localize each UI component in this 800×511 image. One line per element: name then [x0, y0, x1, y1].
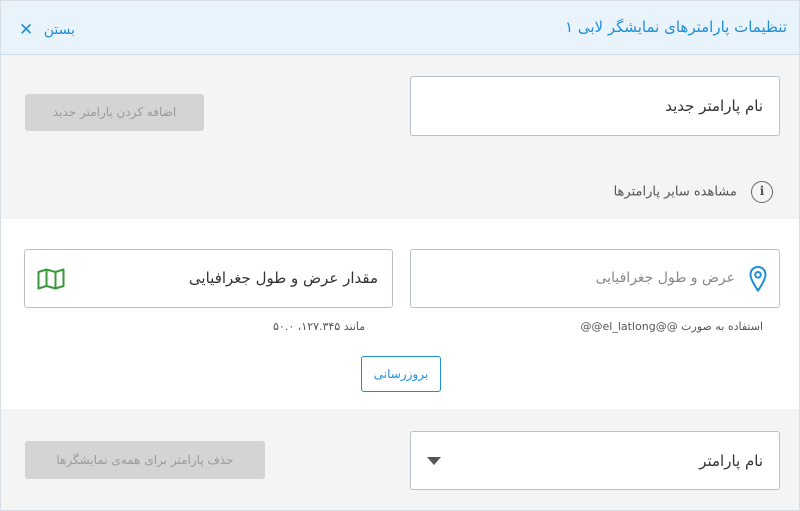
- new-parameter-name-input[interactable]: نام پارامتر جدید: [410, 76, 780, 136]
- close-label[interactable]: بستن: [44, 22, 75, 38]
- parameter-name-select[interactable]: نام پارامتر: [410, 431, 780, 490]
- refresh-button[interactable]: بروزرسانی: [361, 356, 441, 392]
- close-icon[interactable]: ✕: [19, 20, 33, 40]
- dialog-title: تنظیمات پارامترهای نمایشگر لابی ۱: [564, 18, 787, 36]
- close-button[interactable]: ✕ بستن: [19, 19, 75, 40]
- latlng-input[interactable]: عرض و طول جغرافیایی: [410, 249, 780, 308]
- latlng-value-field[interactable]: مقدار عرض و طول جغرافیایی: [24, 249, 393, 308]
- info-icon[interactable]: i: [751, 181, 773, 203]
- latlng-placeholder: عرض و طول جغرافیایی: [595, 270, 735, 286]
- latlng-example-hint: مانند ۱۲۷.۳۴۵، ۵۰.۰: [273, 320, 366, 333]
- parameter-name-select-value: نام پارامتر: [699, 452, 763, 470]
- location-pin-icon: [749, 265, 767, 296]
- delete-parameter-button[interactable]: حذف پارامتر برای همه‌ی نمایشگرها: [25, 441, 265, 479]
- latlng-value-label: مقدار عرض و طول جغرافیایی: [188, 269, 378, 287]
- dialog-header: تنظیمات پارامترهای نمایشگر لابی ۱ ✕ بستن: [1, 1, 799, 55]
- add-parameter-button[interactable]: اضافه کردن پارامتر جدید: [25, 94, 204, 131]
- view-other-parameters-link[interactable]: i مشاهده سایر پارامترها: [614, 181, 773, 203]
- view-other-parameters-label[interactable]: مشاهده سایر پارامترها: [614, 185, 737, 200]
- latlng-usage-hint: استفاده به صورت @@el_latlong@@: [580, 320, 764, 333]
- parameter-settings-dialog: تنظیمات پارامترهای نمایشگر لابی ۱ ✕ بستن…: [0, 0, 800, 511]
- new-parameter-name-value: نام پارامتر جدید: [665, 97, 763, 115]
- chevron-down-icon[interactable]: [427, 457, 441, 465]
- map-icon[interactable]: [37, 268, 65, 294]
